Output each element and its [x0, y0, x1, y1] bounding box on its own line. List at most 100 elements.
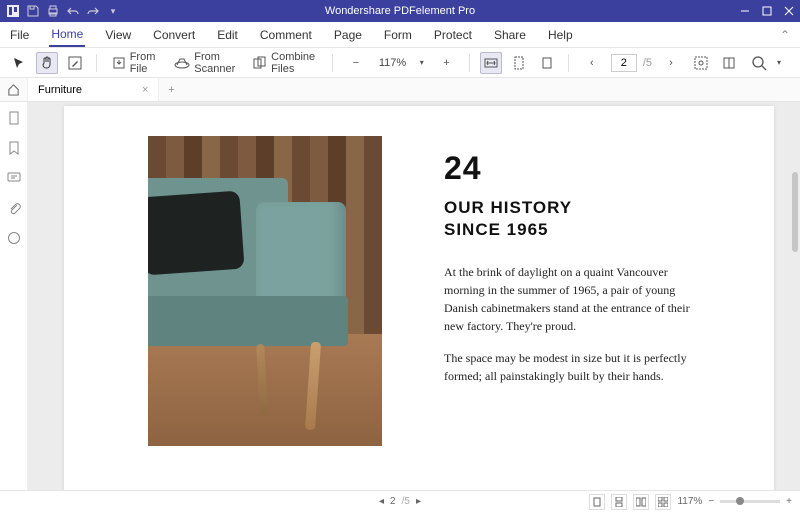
tab-close-icon[interactable]: × [142, 84, 148, 96]
chevron-down-icon: ▾ [771, 55, 787, 71]
menu-home[interactable]: Home [49, 23, 85, 47]
from-file-label: From File [130, 51, 159, 75]
status-page-current: 2 [390, 496, 396, 507]
status-zoom-value: 117% [677, 496, 702, 507]
new-tab-button[interactable]: + [159, 78, 183, 101]
hand-tool[interactable] [36, 52, 58, 74]
menu-help[interactable]: Help [546, 24, 575, 46]
titlebar: ▾ Wondershare PDFelement Pro [0, 0, 800, 22]
statusbar: ◂ 2 /5 ▸ 117% − + [0, 490, 800, 512]
tab-label: Furniture [38, 84, 82, 96]
zoom-in-button[interactable]: + [433, 52, 459, 74]
save-icon[interactable] [26, 4, 40, 18]
minus-icon: − [348, 55, 364, 71]
view-grid-icon[interactable] [655, 494, 671, 510]
attachments-icon[interactable] [6, 200, 22, 216]
undo-icon[interactable] [66, 4, 80, 18]
menu-share[interactable]: Share [492, 24, 528, 46]
zoom-dropdown-icon[interactable]: ▾ [416, 55, 427, 71]
collapse-ribbon-icon[interactable]: ⌃ [780, 28, 790, 42]
combine-files-button[interactable]: Combine Files [248, 48, 322, 78]
from-scanner-button[interactable]: From Scanner [169, 48, 242, 78]
scanner-icon [174, 55, 190, 71]
furniture-photo [148, 136, 382, 446]
status-zoom-in[interactable]: + [786, 496, 792, 507]
edit-box-icon [67, 55, 83, 71]
camera-icon [693, 55, 709, 71]
home-tab-button[interactable] [0, 78, 28, 101]
page-number-input[interactable] [611, 54, 637, 72]
page-total: /5 [643, 57, 652, 69]
cursor-icon [11, 55, 27, 71]
status-next-page[interactable]: ▸ [416, 496, 421, 507]
print-icon[interactable] [46, 4, 60, 18]
doc-heading-line1: OUR HISTORY [444, 198, 694, 218]
prev-page-button[interactable]: ‹ [579, 52, 605, 74]
edit-tool[interactable] [64, 52, 86, 74]
bookmark-icon[interactable] [6, 140, 22, 156]
window-title: Wondershare PDFelement Pro [0, 5, 800, 17]
sidebar [0, 102, 28, 490]
menu-file[interactable]: File [8, 24, 31, 46]
next-page-button[interactable]: › [658, 52, 684, 74]
comments-icon[interactable] [6, 170, 22, 186]
hand-icon [39, 55, 55, 71]
menu-page[interactable]: Page [332, 24, 364, 46]
search-icon [751, 55, 767, 71]
document-tab[interactable]: Furniture × [28, 78, 159, 101]
chevron-left-icon: ‹ [584, 55, 600, 71]
doc-page-number: 24 [444, 152, 694, 184]
qat-dropdown-icon[interactable]: ▾ [106, 4, 120, 18]
zoom-slider[interactable] [720, 500, 780, 503]
menu-form[interactable]: Form [382, 24, 414, 46]
status-zoom-out[interactable]: − [708, 496, 714, 507]
app-logo-icon [6, 4, 20, 18]
fit-width-button[interactable] [480, 52, 502, 74]
plus-icon: + [438, 55, 454, 71]
view-facing-icon[interactable] [633, 494, 649, 510]
maximize-button[interactable] [756, 0, 778, 22]
menu-convert[interactable]: Convert [151, 24, 197, 46]
redo-icon[interactable] [86, 4, 100, 18]
menu-comment[interactable]: Comment [258, 24, 314, 46]
tabbar: Furniture × + [0, 78, 800, 102]
book-icon [721, 55, 737, 71]
search-button[interactable]: ▾ [746, 52, 792, 74]
combine-label: Combine Files [271, 51, 317, 75]
chat-icon[interactable] [6, 230, 22, 246]
zoom-value: 117% [375, 57, 410, 69]
pdf-page: 24 OUR HISTORY SINCE 1965 At the brink o… [64, 106, 774, 490]
select-tool[interactable] [8, 52, 30, 74]
status-prev-page[interactable]: ◂ [379, 496, 384, 507]
screenshot-button[interactable] [690, 52, 712, 74]
import-file-icon [112, 55, 126, 71]
minimize-button[interactable] [734, 0, 756, 22]
thumbnails-icon[interactable] [6, 110, 22, 126]
menubar: File Home View Convert Edit Comment Page… [0, 22, 800, 48]
workspace: 24 OUR HISTORY SINCE 1965 At the brink o… [0, 102, 800, 490]
doc-heading-line2: SINCE 1965 [444, 220, 694, 240]
from-scanner-label: From Scanner [194, 51, 237, 75]
vertical-scrollbar[interactable] [792, 172, 798, 252]
from-file-button[interactable]: From File [107, 48, 164, 78]
fit-page-icon [511, 55, 527, 71]
zoom-out-button[interactable]: − [343, 52, 369, 74]
menu-protect[interactable]: Protect [432, 24, 474, 46]
combine-icon [253, 55, 267, 71]
fit-width-icon [483, 55, 499, 71]
toolbar: From File From Scanner Combine Files − 1… [0, 48, 800, 78]
view-continuous-icon[interactable] [611, 494, 627, 510]
close-button[interactable] [778, 0, 800, 22]
view-single-icon[interactable] [589, 494, 605, 510]
doc-paragraph-1: At the brink of daylight on a quaint Van… [444, 263, 694, 335]
menu-view[interactable]: View [103, 24, 133, 46]
document-canvas[interactable]: 24 OUR HISTORY SINCE 1965 At the brink o… [28, 102, 800, 490]
read-mode-button[interactable] [718, 52, 740, 74]
status-page-total: /5 [402, 496, 410, 507]
chevron-right-icon: › [663, 55, 679, 71]
doc-paragraph-2: The space may be modest in size but it i… [444, 349, 694, 385]
actual-size-button[interactable] [536, 52, 558, 74]
menu-edit[interactable]: Edit [215, 24, 240, 46]
actual-size-icon [539, 55, 555, 71]
fit-page-button[interactable] [508, 52, 530, 74]
